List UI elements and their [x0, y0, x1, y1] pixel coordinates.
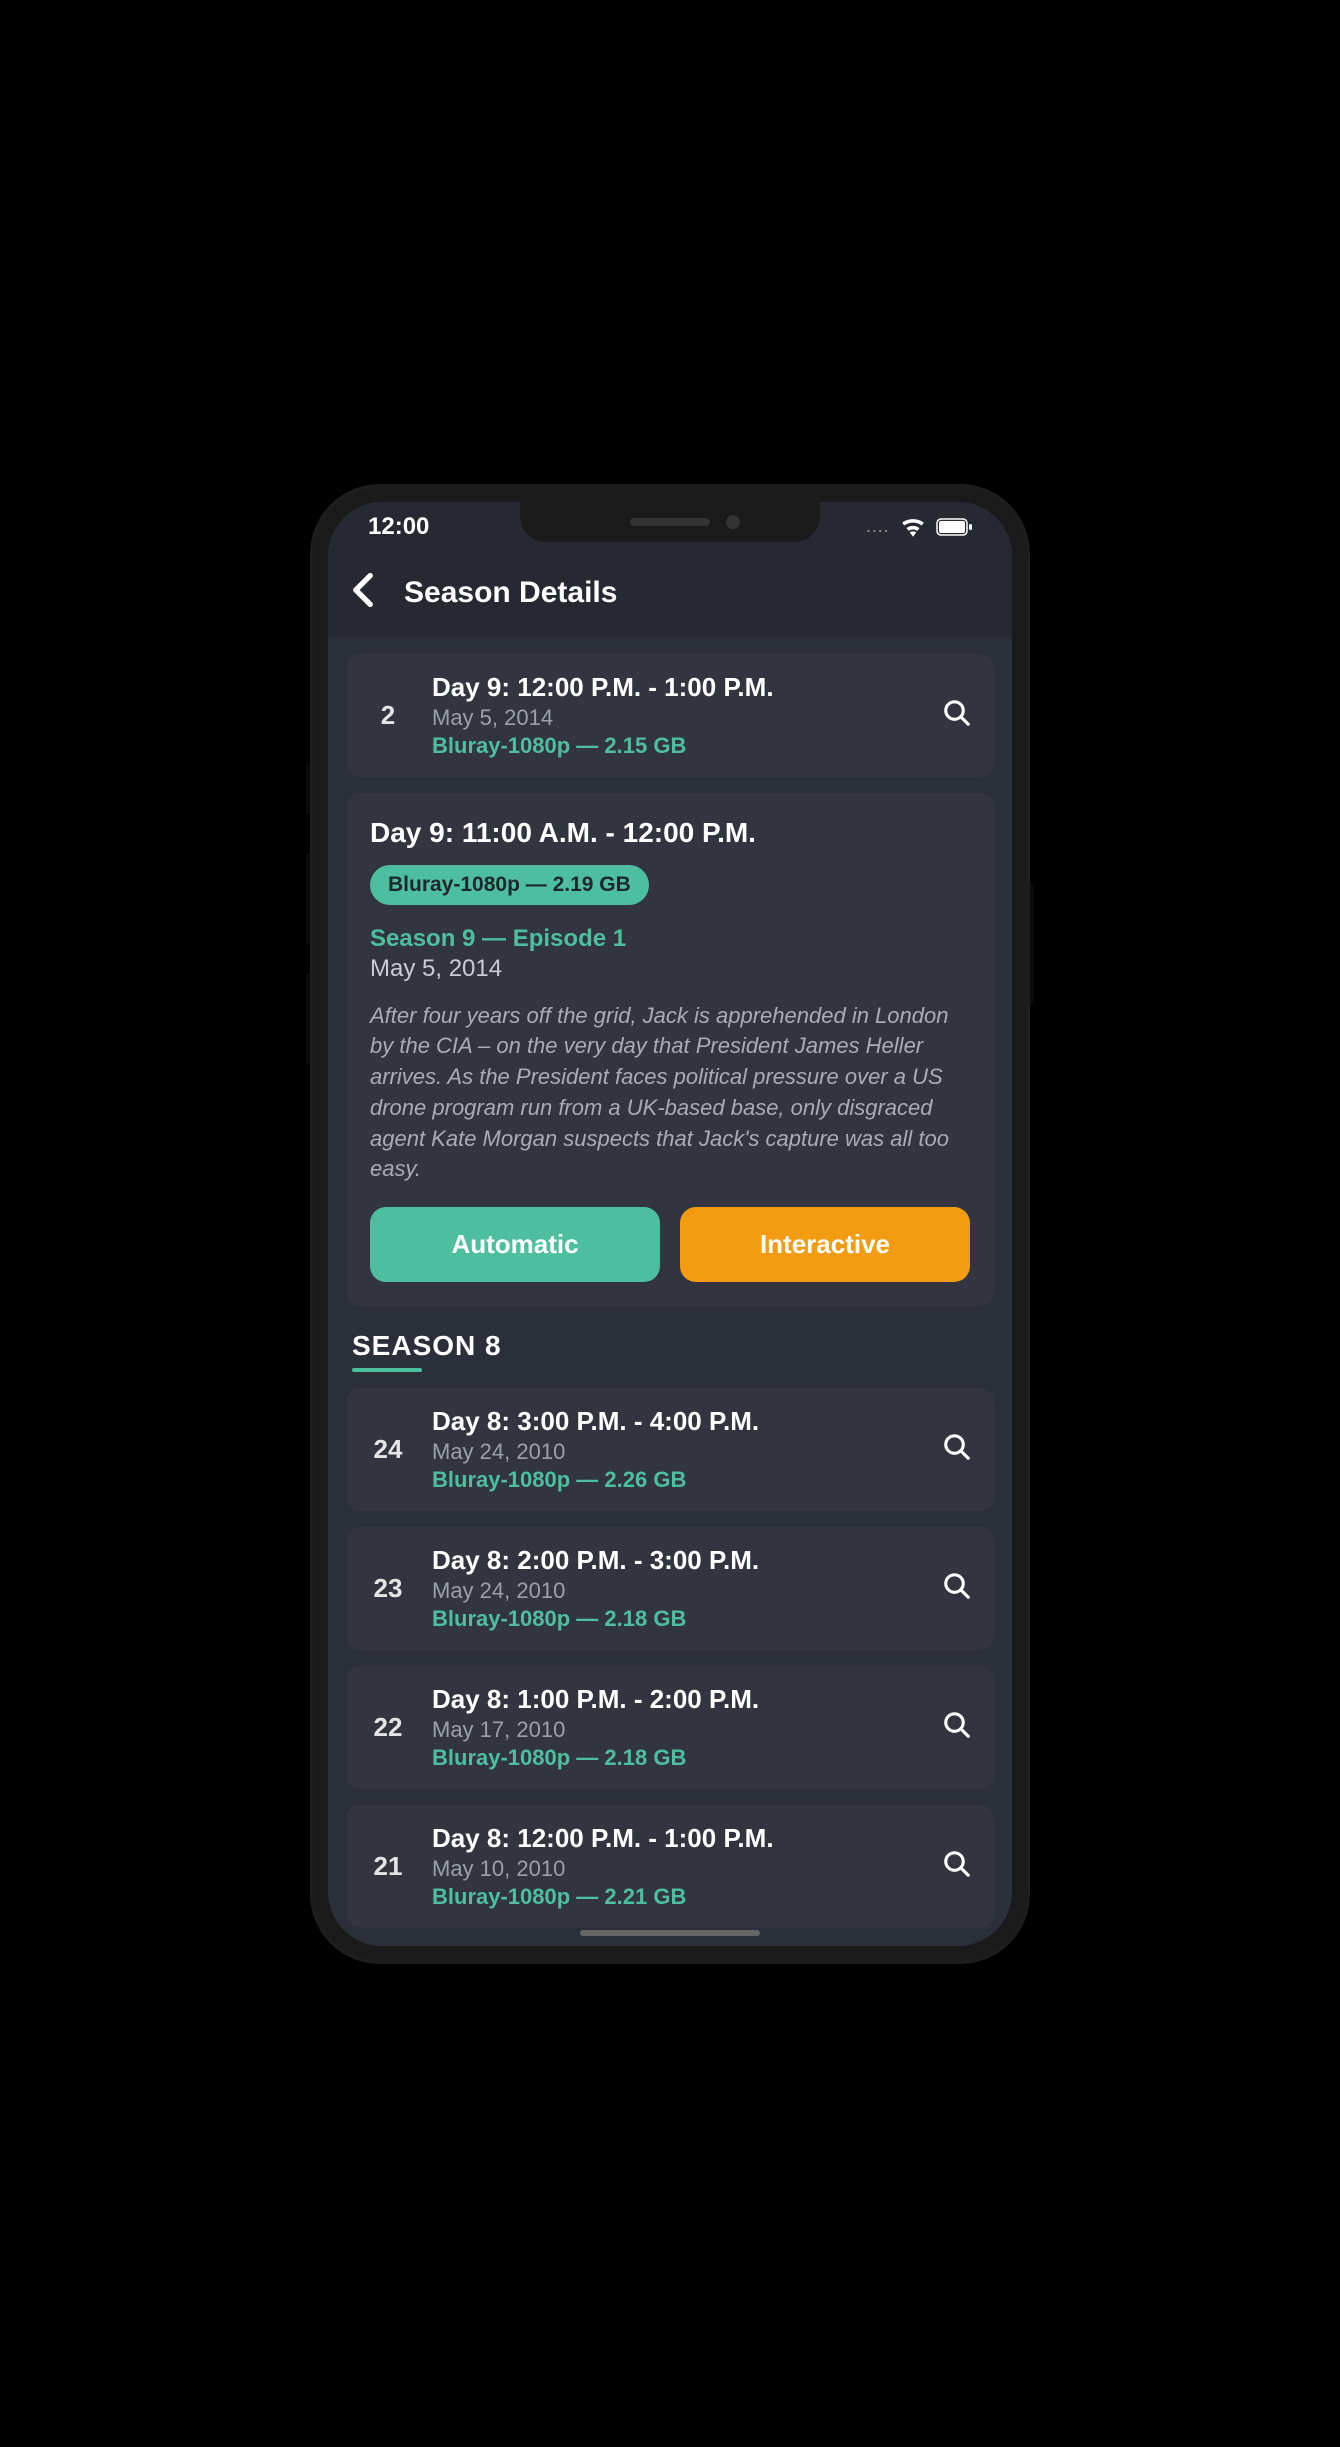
episode-quality: Bluray-1080p — 2.18 GB	[432, 1606, 918, 1632]
quality-badge: Bluray-1080p — 2.19 GB	[370, 865, 649, 905]
expanded-title: Day 9: 11:00 A.M. - 12:00 P.M.	[370, 817, 970, 849]
episode-row[interactable]: 23 Day 8: 2:00 P.M. - 3:00 P.M. May 24, …	[346, 1527, 994, 1650]
episode-date: May 5, 2014	[432, 705, 918, 731]
episode-title: Day 8: 3:00 P.M. - 4:00 P.M.	[432, 1406, 918, 1437]
episode-quality: Bluray-1080p — 2.15 GB	[432, 733, 918, 759]
interactive-button[interactable]: Interactive	[680, 1207, 970, 1282]
expanded-date: May 5, 2014	[370, 955, 970, 983]
episode-number: 23	[368, 1573, 408, 1604]
page-title: Season Details	[404, 576, 617, 610]
phone-frame: 12:00 .... Season Details 2 Day 9:	[310, 484, 1030, 1964]
episode-number: 21	[368, 1851, 408, 1882]
app-header: Season Details	[328, 552, 1012, 638]
episode-title: Day 8: 12:00 P.M. - 1:00 P.M.	[432, 1823, 918, 1854]
search-icon[interactable]	[942, 1849, 972, 1884]
episode-quality: Bluray-1080p — 2.26 GB	[432, 1467, 918, 1493]
season-underline	[352, 1368, 422, 1372]
search-icon[interactable]	[942, 1432, 972, 1467]
automatic-button[interactable]: Automatic	[370, 1207, 660, 1282]
episode-number: 24	[368, 1434, 408, 1465]
episode-date: May 24, 2010	[432, 1439, 918, 1465]
search-icon[interactable]	[942, 1710, 972, 1745]
screen: 12:00 .... Season Details 2 Day 9:	[328, 502, 1012, 1946]
episode-title: Day 9: 12:00 P.M. - 1:00 P.M.	[432, 672, 918, 703]
episode-number: 2	[368, 700, 408, 731]
episode-date: May 10, 2010	[432, 1856, 918, 1882]
season-header: SEASON 8	[352, 1330, 994, 1362]
home-indicator[interactable]	[580, 1930, 760, 1936]
expanded-description: After four years off the grid, Jack is a…	[370, 1001, 970, 1186]
episode-row[interactable]: 22 Day 8: 1:00 P.M. - 2:00 P.M. May 17, …	[346, 1666, 994, 1789]
expanded-season-line: Season 9 — Episode 1	[370, 925, 970, 953]
episode-row[interactable]: 24 Day 8: 3:00 P.M. - 4:00 P.M. May 24, …	[346, 1388, 994, 1511]
episode-expanded: Day 9: 11:00 A.M. - 12:00 P.M. Bluray-10…	[346, 793, 994, 1307]
wifi-icon	[900, 517, 926, 537]
episode-title: Day 8: 1:00 P.M. - 2:00 P.M.	[432, 1684, 918, 1715]
back-button[interactable]	[352, 572, 374, 614]
signal-dots-icon: ....	[866, 519, 890, 535]
search-icon[interactable]	[942, 698, 972, 733]
episode-quality: Bluray-1080p — 2.18 GB	[432, 1745, 918, 1771]
episode-quality: Bluray-1080p — 2.21 GB	[432, 1884, 918, 1910]
episode-number: 22	[368, 1712, 408, 1743]
episode-row[interactable]: 2 Day 9: 12:00 P.M. - 1:00 P.M. May 5, 2…	[346, 654, 994, 777]
battery-icon	[936, 518, 972, 536]
status-time: 12:00	[368, 513, 429, 541]
episode-date: May 24, 2010	[432, 1578, 918, 1604]
content-area: 2 Day 9: 12:00 P.M. - 1:00 P.M. May 5, 2…	[328, 654, 1012, 1946]
search-icon[interactable]	[942, 1571, 972, 1606]
notch	[520, 502, 820, 542]
episode-row[interactable]: 21 Day 8: 12:00 P.M. - 1:00 P.M. May 10,…	[346, 1805, 994, 1928]
episode-title: Day 8: 2:00 P.M. - 3:00 P.M.	[432, 1545, 918, 1576]
episode-date: May 17, 2010	[432, 1717, 918, 1743]
